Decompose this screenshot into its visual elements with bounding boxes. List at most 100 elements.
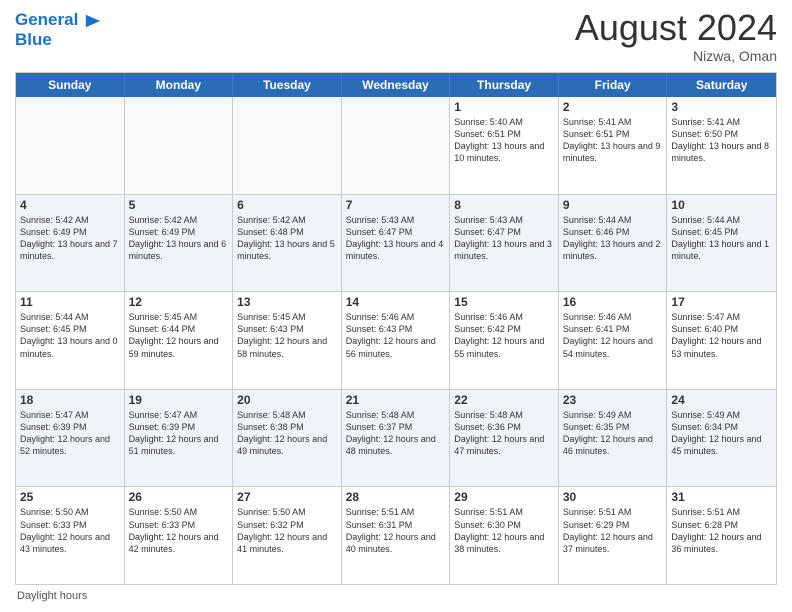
day-number: 7 bbox=[346, 198, 446, 212]
day-20: 20Sunrise: 5:48 AM Sunset: 6:38 PM Dayli… bbox=[233, 390, 342, 487]
day-number: 14 bbox=[346, 295, 446, 309]
empty-cell bbox=[342, 97, 451, 194]
day-16: 16Sunrise: 5:46 AM Sunset: 6:41 PM Dayli… bbox=[559, 292, 668, 389]
day-info: Sunrise: 5:48 AM Sunset: 6:36 PM Dayligh… bbox=[454, 409, 554, 458]
logo: General Blue bbox=[15, 10, 102, 49]
day-1: 1 Sunrise: 5:40 AM Sunset: 6:51 PM Daylig… bbox=[450, 97, 559, 194]
day-number: 28 bbox=[346, 490, 446, 504]
day-number: 19 bbox=[129, 393, 229, 407]
day-info: Sunrise: 5:40 AM Sunset: 6:51 PM Dayligh… bbox=[454, 116, 554, 165]
day-number: 25 bbox=[20, 490, 120, 504]
day-info: Sunrise: 5:41 AM Sunset: 6:50 PM Dayligh… bbox=[671, 116, 772, 165]
day-number: 4 bbox=[20, 198, 120, 212]
calendar: SundayMondayTuesdayWednesdayThursdayFrid… bbox=[15, 72, 777, 585]
day-5: 5 Sunrise: 5:42 AM Sunset: 6:49 PM Daylig… bbox=[125, 195, 234, 292]
day-info: Sunrise: 5:44 AM Sunset: 6:45 PM Dayligh… bbox=[671, 214, 772, 263]
day-info: Sunrise: 5:51 AM Sunset: 6:28 PM Dayligh… bbox=[671, 506, 772, 555]
calendar-header: SundayMondayTuesdayWednesdayThursdayFrid… bbox=[16, 73, 776, 97]
calendar-week-1: 1 Sunrise: 5:40 AM Sunset: 6:51 PM Daylig… bbox=[16, 97, 776, 195]
day-info: Sunrise: 5:47 AM Sunset: 6:39 PM Dayligh… bbox=[20, 409, 120, 458]
day-info: Sunrise: 5:46 AM Sunset: 6:43 PM Dayligh… bbox=[346, 311, 446, 360]
day-number: 9 bbox=[563, 198, 663, 212]
day-number: 29 bbox=[454, 490, 554, 504]
day-6: 6 Sunrise: 5:42 AM Sunset: 6:48 PM Daylig… bbox=[233, 195, 342, 292]
day-number: 21 bbox=[346, 393, 446, 407]
day-number: 16 bbox=[563, 295, 663, 309]
day-number: 6 bbox=[237, 198, 337, 212]
day-14: 14 Sunrise: 5:46 AM Sunset: 6:43 PM Dayli… bbox=[342, 292, 451, 389]
day-8: 8Sunrise: 5:43 AM Sunset: 6:47 PM Daylig… bbox=[450, 195, 559, 292]
day-2: 2 Sunrise: 5:41 AM Sunset: 6:51 PM Daylig… bbox=[559, 97, 668, 194]
header-day-tuesday: Tuesday bbox=[233, 73, 342, 97]
day-info: Sunrise: 5:47 AM Sunset: 6:39 PM Dayligh… bbox=[129, 409, 229, 458]
day-info: Sunrise: 5:45 AM Sunset: 6:44 PM Dayligh… bbox=[129, 311, 229, 360]
day-info: Sunrise: 5:50 AM Sunset: 6:33 PM Dayligh… bbox=[129, 506, 229, 555]
day-info: Sunrise: 5:42 AM Sunset: 6:48 PM Dayligh… bbox=[237, 214, 337, 263]
day-number: 23 bbox=[563, 393, 663, 407]
title-area: August 2024 Nizwa, Oman bbox=[575, 10, 777, 64]
day-19: 19 Sunrise: 5:47 AM Sunset: 6:39 PM Dayli… bbox=[125, 390, 234, 487]
logo-blue: Blue bbox=[15, 30, 102, 50]
day-number: 1 bbox=[454, 100, 554, 114]
day-info: Sunrise: 5:49 AM Sunset: 6:35 PM Dayligh… bbox=[563, 409, 663, 458]
empty-cell bbox=[16, 97, 125, 194]
day-info: Sunrise: 5:44 AM Sunset: 6:45 PM Dayligh… bbox=[20, 311, 120, 360]
day-21: 21 Sunrise: 5:48 AM Sunset: 6:37 PM Dayli… bbox=[342, 390, 451, 487]
logo-flag-icon bbox=[84, 12, 102, 30]
day-13: 13 Sunrise: 5:45 AM Sunset: 6:43 PM Dayli… bbox=[233, 292, 342, 389]
day-3: 3 Sunrise: 5:41 AM Sunset: 6:50 PM Daylig… bbox=[667, 97, 776, 194]
header-day-saturday: Saturday bbox=[667, 73, 776, 97]
day-info: Sunrise: 5:51 AM Sunset: 6:30 PM Dayligh… bbox=[454, 506, 554, 555]
day-number: 10 bbox=[671, 198, 772, 212]
day-info: Sunrise: 5:46 AM Sunset: 6:42 PM Dayligh… bbox=[454, 311, 554, 360]
day-info: Sunrise: 5:51 AM Sunset: 6:31 PM Dayligh… bbox=[346, 506, 446, 555]
day-10: 10 Sunrise: 5:44 AM Sunset: 6:45 PM Dayli… bbox=[667, 195, 776, 292]
header-day-wednesday: Wednesday bbox=[342, 73, 451, 97]
empty-cell bbox=[233, 97, 342, 194]
day-25: 25 Sunrise: 5:50 AM Sunset: 6:33 PM Dayli… bbox=[16, 487, 125, 584]
day-number: 3 bbox=[671, 100, 772, 114]
day-27: 27Sunrise: 5:50 AM Sunset: 6:32 PM Dayli… bbox=[233, 487, 342, 584]
day-info: Sunrise: 5:43 AM Sunset: 6:47 PM Dayligh… bbox=[454, 214, 554, 263]
day-number: 13 bbox=[237, 295, 337, 309]
day-info: Sunrise: 5:51 AM Sunset: 6:29 PM Dayligh… bbox=[563, 506, 663, 555]
day-number: 22 bbox=[454, 393, 554, 407]
page: General Blue August 2024 Nizwa, Oman Sun… bbox=[0, 0, 792, 612]
day-4: 4 Sunrise: 5:42 AM Sunset: 6:49 PM Daylig… bbox=[16, 195, 125, 292]
calendar-week-4: 18 Sunrise: 5:47 AM Sunset: 6:39 PM Dayli… bbox=[16, 390, 776, 488]
day-info: Sunrise: 5:45 AM Sunset: 6:43 PM Dayligh… bbox=[237, 311, 337, 360]
day-info: Sunrise: 5:44 AM Sunset: 6:46 PM Dayligh… bbox=[563, 214, 663, 263]
day-22: 22 Sunrise: 5:48 AM Sunset: 6:36 PM Dayli… bbox=[450, 390, 559, 487]
header-day-thursday: Thursday bbox=[450, 73, 559, 97]
day-28: 28 Sunrise: 5:51 AM Sunset: 6:31 PM Dayli… bbox=[342, 487, 451, 584]
header-day-monday: Monday bbox=[125, 73, 234, 97]
day-number: 2 bbox=[563, 100, 663, 114]
empty-cell bbox=[125, 97, 234, 194]
day-number: 18 bbox=[20, 393, 120, 407]
main-title: August 2024 bbox=[575, 10, 777, 46]
day-number: 31 bbox=[671, 490, 772, 504]
day-31: 31 Sunrise: 5:51 AM Sunset: 6:28 PM Dayli… bbox=[667, 487, 776, 584]
day-info: Sunrise: 5:43 AM Sunset: 6:47 PM Dayligh… bbox=[346, 214, 446, 263]
calendar-week-5: 25 Sunrise: 5:50 AM Sunset: 6:33 PM Dayli… bbox=[16, 487, 776, 584]
day-number: 12 bbox=[129, 295, 229, 309]
day-18: 18 Sunrise: 5:47 AM Sunset: 6:39 PM Dayli… bbox=[16, 390, 125, 487]
calendar-week-3: 11Sunrise: 5:44 AM Sunset: 6:45 PM Dayli… bbox=[16, 292, 776, 390]
day-number: 5 bbox=[129, 198, 229, 212]
day-info: Sunrise: 5:42 AM Sunset: 6:49 PM Dayligh… bbox=[20, 214, 120, 263]
day-9: 9 Sunrise: 5:44 AM Sunset: 6:46 PM Daylig… bbox=[559, 195, 668, 292]
day-info: Sunrise: 5:50 AM Sunset: 6:32 PM Dayligh… bbox=[237, 506, 337, 555]
subtitle: Nizwa, Oman bbox=[575, 48, 777, 64]
day-info: Sunrise: 5:42 AM Sunset: 6:49 PM Dayligh… bbox=[129, 214, 229, 263]
day-15: 15Sunrise: 5:46 AM Sunset: 6:42 PM Dayli… bbox=[450, 292, 559, 389]
day-info: Sunrise: 5:50 AM Sunset: 6:33 PM Dayligh… bbox=[20, 506, 120, 555]
calendar-week-2: 4 Sunrise: 5:42 AM Sunset: 6:49 PM Daylig… bbox=[16, 195, 776, 293]
day-info: Sunrise: 5:41 AM Sunset: 6:51 PM Dayligh… bbox=[563, 116, 663, 165]
daylight-label: Daylight hours bbox=[17, 590, 87, 602]
calendar-body: 1 Sunrise: 5:40 AM Sunset: 6:51 PM Daylig… bbox=[16, 97, 776, 584]
header-day-sunday: Sunday bbox=[16, 73, 125, 97]
day-info: Sunrise: 5:48 AM Sunset: 6:37 PM Dayligh… bbox=[346, 409, 446, 458]
day-11: 11Sunrise: 5:44 AM Sunset: 6:45 PM Dayli… bbox=[16, 292, 125, 389]
day-info: Sunrise: 5:47 AM Sunset: 6:40 PM Dayligh… bbox=[671, 311, 772, 360]
day-number: 26 bbox=[129, 490, 229, 504]
